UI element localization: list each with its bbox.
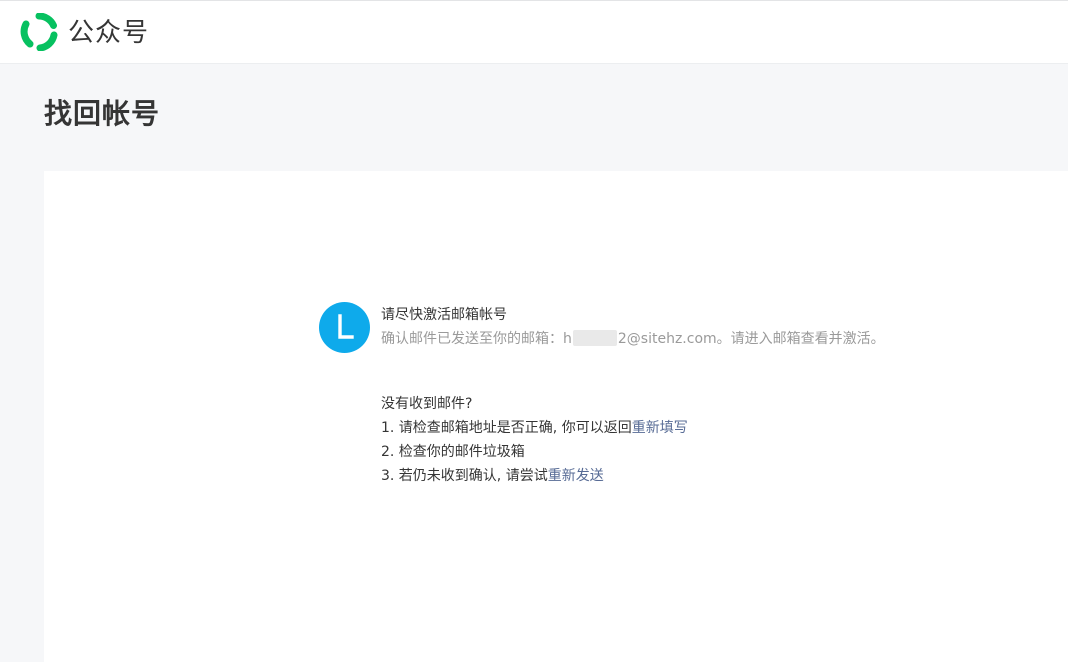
wechat-logo-icon[interactable] [20, 12, 58, 52]
message-description: 确认邮件已发送至你的邮箱：h 2@sitehz.com。请进入邮箱查看并激活。 [381, 329, 885, 349]
email-end: 2@sitehz.com [617, 331, 717, 347]
avatar [319, 302, 370, 353]
help-item-3: 3. 若仍未收到确认, 请尝试重新发送 [381, 464, 688, 488]
email-start: h [563, 331, 572, 347]
help-item-1: 1. 请检查邮箱地址是否正确, 你可以返回重新填写 [381, 416, 688, 440]
brand-name[interactable]: 公众号 [68, 17, 149, 49]
help-item-3-text: 3. 若仍未收到确认, 请尝试 [381, 468, 548, 484]
help-item-1-text: 1. 请检查邮箱地址是否正确, 你可以返回 [381, 420, 632, 436]
message-desc-prefix: 确认邮件已发送至你的邮箱： [381, 331, 563, 347]
top-bar: 公众号 [0, 0, 1068, 64]
help-item-2: 2. 检查你的邮件垃圾箱 [381, 444, 525, 460]
help-section: 没有收到邮件? 1. 请检查邮箱地址是否正确, 你可以返回重新填写 2. 检查你… [381, 392, 688, 488]
resend-link[interactable]: 重新发送 [548, 468, 604, 484]
content-card: 请尽快激活邮箱帐号 确认邮件已发送至你的邮箱：h 2@sitehz.com。请进入… [44, 171, 1068, 662]
refill-link[interactable]: 重新填写 [632, 420, 688, 436]
help-heading: 没有收到邮件? [381, 396, 473, 412]
email-redaction [572, 330, 617, 346]
message-title: 请尽快激活邮箱帐号 [381, 307, 507, 323]
page-title: 找回帐号 [44, 97, 161, 130]
avatar-letter-icon [338, 314, 354, 339]
message-desc-suffix: 。请进入邮箱查看并激活。 [716, 331, 885, 347]
